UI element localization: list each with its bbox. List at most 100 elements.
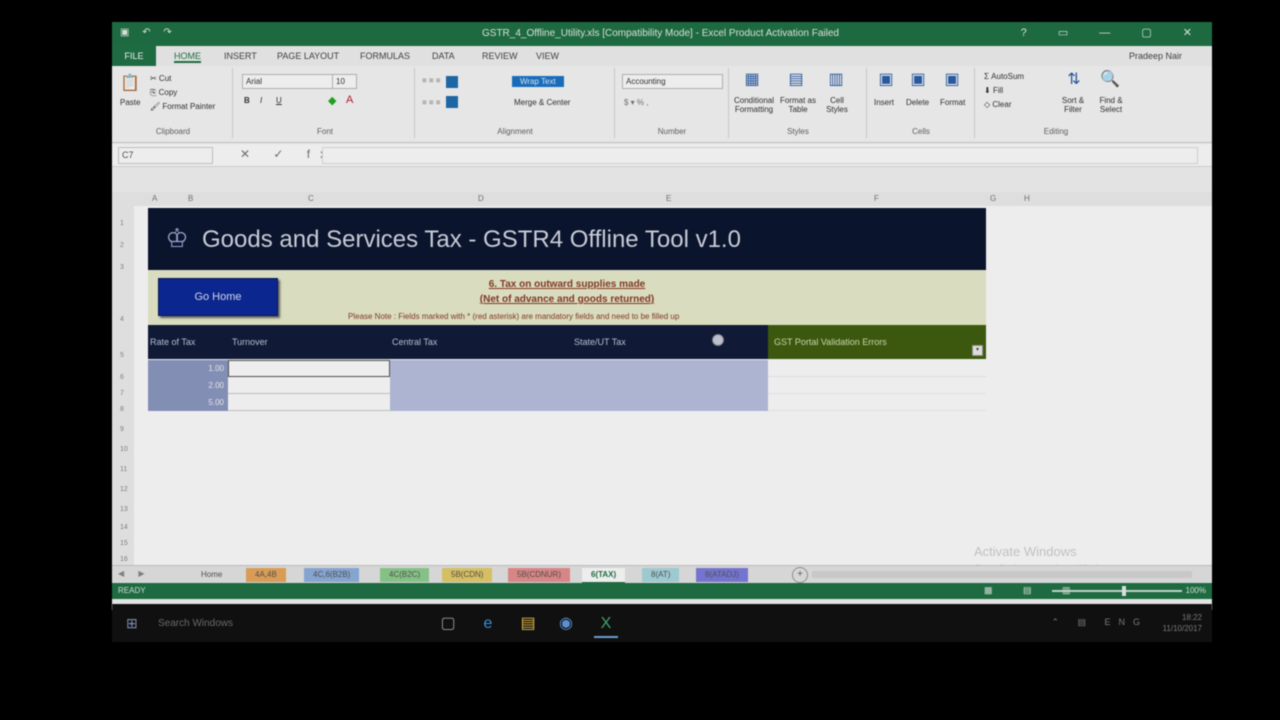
validation-error-cell[interactable] xyxy=(768,360,986,377)
find-select-icon[interactable]: 🔍 xyxy=(1100,70,1120,90)
row-header[interactable]: 13 xyxy=(120,506,128,513)
conditional-formatting-button[interactable]: Conditional Formatting xyxy=(732,96,776,114)
row-header[interactable]: 10 xyxy=(120,446,128,453)
central-tax-cell[interactable] xyxy=(390,394,570,411)
row-header[interactable]: 8 xyxy=(120,406,124,413)
column-header[interactable]: F xyxy=(874,194,879,203)
underline-button[interactable]: U xyxy=(276,96,282,105)
system-tray-icons[interactable]: ⌃ ▤ ENG xyxy=(1051,617,1148,628)
taskbar-clock[interactable]: 18:22 11/10/2017 xyxy=(1163,612,1202,634)
sheet-tab-4c-b2b[interactable]: 4C,6(B2B) xyxy=(304,568,360,582)
header-turnover[interactable]: Turnover xyxy=(232,337,268,347)
state-tax-cell[interactable] xyxy=(570,360,768,377)
user-name[interactable]: Pradeep Nair xyxy=(1129,51,1182,61)
tab-formulas[interactable]: FORMULAS xyxy=(360,51,410,61)
font-size-combo[interactable]: 10 xyxy=(332,74,357,89)
row-header[interactable]: 15 xyxy=(120,540,128,547)
insert-cells-icon[interactable]: ▣ xyxy=(876,70,896,90)
find-select-button[interactable]: Find & Select xyxy=(1094,96,1128,114)
header-state-ut-tax[interactable]: State/UT Tax xyxy=(574,337,626,347)
central-tax-cell[interactable] xyxy=(390,360,570,377)
sheet-tab-home[interactable]: Home xyxy=(192,568,232,582)
row-header[interactable]: 1 xyxy=(120,220,124,227)
chrome-icon[interactable]: ◉ xyxy=(554,612,578,636)
validation-error-cell[interactable] xyxy=(768,377,986,394)
row-header[interactable]: 6 xyxy=(120,374,124,381)
column-header[interactable]: H xyxy=(1024,194,1030,203)
window-controls[interactable]: ? ▭ — ▢ ✕ xyxy=(1021,26,1206,39)
filter-dropdown-icon[interactable]: ▾ xyxy=(972,345,983,356)
go-home-button[interactable]: Go Home xyxy=(158,278,278,316)
turnover-cell[interactable] xyxy=(228,360,390,377)
horizontal-scrollbar[interactable] xyxy=(812,571,1192,578)
column-header[interactable]: G xyxy=(990,194,996,203)
row-header[interactable]: 14 xyxy=(120,524,128,531)
tab-review[interactable]: REVIEW xyxy=(482,51,518,61)
row-header[interactable]: 5 xyxy=(120,352,124,359)
delete-button[interactable]: Delete xyxy=(906,98,929,107)
wrap-text-button[interactable]: Wrap Text xyxy=(512,76,564,87)
column-header[interactable]: B xyxy=(188,194,193,203)
tab-home[interactable]: HOME xyxy=(174,51,201,63)
taskbar-search[interactable]: Search Windows xyxy=(158,618,233,629)
cell-styles-icon[interactable]: ▥ xyxy=(826,70,846,90)
row-header[interactable]: 3 xyxy=(120,264,124,271)
row-header[interactable]: 11 xyxy=(120,466,127,473)
italic-button[interactable]: I xyxy=(260,96,262,105)
copy-button[interactable]: ⎘ Copy xyxy=(150,88,177,98)
zoom-percent[interactable]: 100% xyxy=(1186,586,1206,595)
sheet-tab-8-at[interactable]: 8(AT) xyxy=(642,568,680,582)
windows-start-icon[interactable]: ⊞ xyxy=(126,616,140,630)
sort-filter-icon[interactable]: ⇅ xyxy=(1064,70,1084,90)
rate-cell[interactable]: 5.00 xyxy=(148,394,228,411)
indent-icon[interactable] xyxy=(446,96,458,108)
orientation-icon[interactable] xyxy=(446,76,458,88)
tab-file[interactable]: FILE xyxy=(112,46,156,66)
format-cells-icon[interactable]: ▣ xyxy=(942,70,962,90)
zoom-slider[interactable] xyxy=(1052,590,1182,592)
central-tax-cell[interactable] xyxy=(390,377,570,394)
column-header[interactable]: D xyxy=(478,194,484,203)
column-header[interactable]: E xyxy=(666,194,671,203)
cut-button[interactable]: ✂ Cut xyxy=(150,74,171,83)
header-rate-of-tax[interactable]: Rate of Tax xyxy=(150,337,195,347)
row-header[interactable]: 2 xyxy=(120,242,124,249)
sheet-tab-6-tax[interactable]: 6(TAX) xyxy=(582,568,626,584)
tab-data[interactable]: DATA xyxy=(432,51,455,61)
header-validation-errors[interactable]: GST Portal Validation Errors xyxy=(774,337,887,347)
edge-browser-icon[interactable]: e xyxy=(476,612,500,636)
row-header[interactable]: 4 xyxy=(120,316,124,323)
font-color-icon[interactable]: A xyxy=(346,94,353,106)
font-name-combo[interactable]: Arial xyxy=(242,74,333,89)
fill-color-icon[interactable]: ◆ xyxy=(328,94,336,107)
sheet-tab-4a-4b[interactable]: 4A,4B xyxy=(246,568,286,582)
header-central-tax[interactable]: Central Tax xyxy=(392,337,437,347)
bold-button[interactable]: B xyxy=(244,96,250,105)
autosum-button[interactable]: Σ AutoSum xyxy=(984,72,1024,81)
sheet-tab-5b-cdnur[interactable]: 5B(CDNUR) xyxy=(508,568,570,582)
zoom-slider-thumb[interactable] xyxy=(1122,586,1126,596)
turnover-cell[interactable] xyxy=(228,377,390,394)
state-tax-cell[interactable] xyxy=(570,394,768,411)
sheet-tab-5b-cdn[interactable]: 5B(CDN) xyxy=(442,568,493,582)
formula-input[interactable] xyxy=(322,147,1198,164)
tab-insert[interactable]: INSERT xyxy=(224,51,257,61)
column-header[interactable]: A xyxy=(152,194,157,203)
add-sheet-icon[interactable]: + xyxy=(792,567,808,583)
sort-filter-button[interactable]: Sort & Filter xyxy=(1056,96,1090,114)
task-view-icon[interactable]: ▢ xyxy=(436,612,460,636)
turnover-cell[interactable] xyxy=(228,394,390,411)
format-table-icon[interactable]: ▤ xyxy=(786,70,806,90)
row-header[interactable]: 12 xyxy=(120,486,128,493)
column-header[interactable]: C xyxy=(308,194,314,203)
format-as-table-button[interactable]: Format as Table xyxy=(780,96,816,114)
excel-taskbar-icon[interactable]: X xyxy=(594,612,618,638)
sheet-tab-4c-b2c[interactable]: 4C(B2C) xyxy=(380,568,430,582)
rate-cell[interactable]: 2.00 xyxy=(148,377,228,394)
number-format-combo[interactable]: Accounting xyxy=(622,74,723,89)
align-left-icon[interactable]: ≡ ≡ ≡ xyxy=(422,98,440,107)
row-header[interactable]: 16 xyxy=(120,556,128,563)
tab-view[interactable]: VIEW xyxy=(536,51,559,61)
validation-error-cell[interactable] xyxy=(768,394,986,411)
rate-cell[interactable]: 1.00 xyxy=(148,360,228,377)
